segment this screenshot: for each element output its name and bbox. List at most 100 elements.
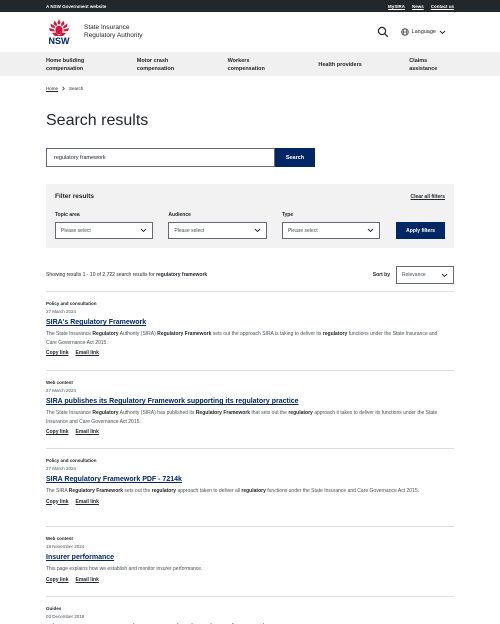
- utility-links: MySIRA News Contact us: [388, 4, 454, 9]
- highlighted-term: regulatory: [241, 488, 266, 494]
- masthead-tools: Language: [377, 26, 446, 38]
- email-link-button[interactable]: Email link: [76, 350, 99, 356]
- nav-item-home-building[interactable]: Home building compensation: [46, 52, 137, 76]
- result-item: Policy and consultation 27 March 2024 SIRA…: [46, 449, 454, 527]
- result-actions: Copy link Email link: [46, 577, 454, 583]
- topic-area-select[interactable]: Please select: [55, 222, 154, 239]
- description-text: The SIRA: [46, 488, 69, 494]
- language-selector[interactable]: Language: [400, 28, 446, 36]
- result-actions: Copy link Email link: [46, 499, 454, 505]
- nav-label-line1: Health providers: [318, 61, 362, 68]
- description-text: Authority (SIRA): [118, 331, 158, 337]
- page-title: Search results: [46, 112, 149, 129]
- result-item: Guides03 December 2019Injury management …: [46, 597, 454, 624]
- result-item: Web content 27 March 2024 SIRA publishes i…: [46, 371, 454, 449]
- result-type: Policy and consultation: [46, 301, 97, 306]
- result-type: Web content: [46, 536, 73, 541]
- email-link-button[interactable]: Email link: [76, 429, 99, 435]
- type-select[interactable]: Please select: [281, 222, 381, 239]
- result-description: This page explains how we establish and …: [46, 565, 446, 574]
- result-type: Policy and consultation: [46, 458, 97, 463]
- results-query: regulatory framework: [156, 272, 208, 278]
- highlighted-term: regulatory: [151, 488, 177, 494]
- result-description: The State Insurance Regulatory Authority…: [46, 330, 446, 347]
- result-description: The SIRA Regulatory Framework sets out t…: [46, 487, 446, 496]
- result-item: Web content 18 November 2024 Insurer perfo…: [46, 527, 454, 597]
- news-link[interactable]: News: [412, 4, 424, 9]
- search-input[interactable]: regulatory framework: [46, 148, 275, 167]
- type-value: Please select: [287, 227, 318, 234]
- nav-item-workers[interactable]: Workers compensation: [228, 52, 319, 76]
- description-text: The State Insurance: [46, 331, 93, 337]
- topic-area-label: Topic area: [55, 212, 80, 218]
- results-summary-text: Showing results 1 - 10 of 2,722 search r…: [46, 272, 155, 278]
- nav-label-line2: compensation: [46, 65, 84, 72]
- agency-name-line2: Regulatory Authority: [84, 32, 143, 39]
- language-label: Language: [411, 29, 436, 35]
- breadcrumb-current: Search: [69, 85, 84, 91]
- copy-link-button[interactable]: Copy link: [46, 577, 69, 583]
- contact-us-link[interactable]: Contact us: [431, 4, 454, 9]
- copy-link-button[interactable]: Copy link: [46, 350, 69, 356]
- result-actions: Copy link Email link: [46, 429, 454, 435]
- breadcrumb-home[interactable]: Home: [46, 86, 58, 91]
- logo-text: NSW: [48, 35, 70, 46]
- description-text: sets out the: [122, 488, 152, 494]
- results-list: Policy and consultation 27 March 2024 SIRA…: [46, 292, 454, 624]
- result-actions: Copy link Email link: [46, 350, 454, 356]
- audience-select[interactable]: Please select: [168, 222, 267, 239]
- apply-filters-button[interactable]: Apply filters: [396, 222, 445, 239]
- globe-icon: [400, 28, 409, 36]
- agency-name-line1: State Insurance: [84, 23, 130, 31]
- breadcrumb: Home Search: [0, 76, 500, 93]
- result-type: Web content: [46, 380, 73, 385]
- highlighted-term: Regulatory: [92, 410, 119, 416]
- result-title-link[interactable]: Insurer performance: [46, 554, 454, 561]
- highlighted-term: regulatory: [288, 410, 313, 416]
- copy-link-button[interactable]: Copy link: [46, 499, 69, 505]
- audience-label: Audience: [168, 212, 191, 218]
- nav-item-motor-crash[interactable]: Motor crash compensation: [137, 52, 228, 76]
- filter-title: Filter results: [55, 193, 95, 200]
- mysira-link[interactable]: MySIRA: [388, 4, 405, 9]
- nav-label-line1: Home building: [46, 57, 85, 64]
- result-title-link[interactable]: SIRA's Regulatory Framework: [46, 319, 454, 326]
- chevron-down-icon: [141, 228, 147, 233]
- clear-filters-link[interactable]: Clear all filters: [411, 194, 445, 200]
- sort-value: Relevance: [402, 272, 426, 278]
- search-button[interactable]: Search: [275, 148, 315, 167]
- highlighted-term: Regulatory: [92, 331, 119, 337]
- description-text: This page explains how we establish and …: [46, 566, 203, 572]
- description-text: functions under the State Insurance and …: [265, 488, 420, 494]
- email-link-button[interactable]: Email link: [76, 499, 99, 505]
- sort-select[interactable]: Relevance: [396, 266, 454, 284]
- email-link-button[interactable]: Email link: [76, 577, 99, 583]
- chevron-down-icon: [367, 228, 374, 233]
- highlighted-term: Regulatory Framework: [195, 410, 250, 416]
- copy-link-button[interactable]: Copy link: [46, 429, 69, 435]
- government-banner: A NSW Government website MySIRA News Con…: [0, 0, 500, 12]
- result-date: 03 December 2019: [46, 614, 85, 619]
- search-form: regulatory framework Search: [46, 148, 454, 167]
- chevron-right-icon: [62, 86, 65, 90]
- nsw-logo[interactable]: NSW: [46, 18, 72, 46]
- result-date: 27 March 2024: [46, 388, 77, 393]
- search-icon[interactable]: [377, 26, 389, 38]
- result-title-link[interactable]: SIRA Regulatory Framework PDF - 7214k: [46, 476, 454, 483]
- result-type: Guides: [46, 606, 62, 611]
- chevron-down-icon: [254, 228, 261, 233]
- result-title-link[interactable]: SIRA publishes its Regulatory Framework …: [46, 398, 454, 405]
- nav-item-health-providers[interactable]: Health providers: [318, 52, 409, 76]
- description-text: sets out the approach SIRA is taking to …: [211, 331, 323, 337]
- nav-label-line1: Workers: [227, 57, 250, 64]
- audience-value: Please select: [174, 227, 205, 234]
- type-label: Type: [281, 212, 294, 218]
- nav-label-line2: compensation: [227, 65, 265, 72]
- highlighted-term: Regulatory Framework: [157, 331, 212, 337]
- description-text: The State Insurance: [46, 410, 93, 416]
- description-text: Authority (SIRA) has published its: [118, 410, 196, 416]
- description-text: approach taken to deliver all: [176, 488, 242, 494]
- nav-item-claims[interactable]: Claims assistance: [409, 52, 500, 76]
- topic-area-value: Please select: [61, 227, 91, 234]
- result-date: 27 March 2024: [46, 466, 77, 471]
